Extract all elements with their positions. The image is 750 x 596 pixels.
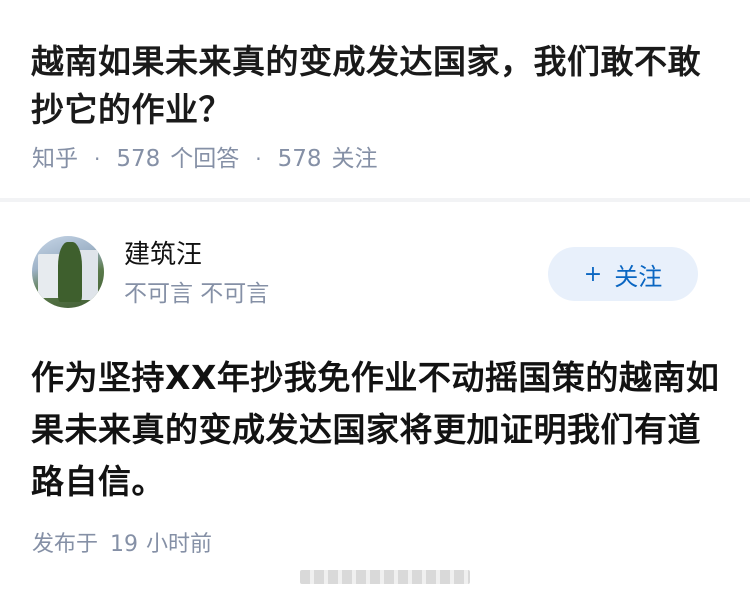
author-name[interactable]: 建筑汪 (124, 238, 202, 272)
follow-count[interactable]: 578 (278, 143, 322, 175)
author-bio: 不可言 不可言 (124, 281, 270, 307)
redacted-bar (300, 570, 470, 584)
question-meta: 知乎 · 578 个回答 · 578 关注 (32, 143, 378, 175)
published-number: 19 (110, 532, 139, 557)
answer-count[interactable]: 578 (116, 143, 160, 175)
avatar-tree (58, 242, 82, 302)
source-label[interactable]: 知乎 (32, 143, 78, 175)
follow-count-label[interactable]: 关注 (332, 143, 378, 175)
question-title[interactable]: 越南如果未来真的变成发达国家，我们敢不敢抄它的作业？ (31, 38, 731, 134)
meta-separator: · (255, 147, 262, 171)
question-header: 越南如果未来真的变成发达国家，我们敢不敢抄它的作业？ 知乎 · 578 个回答 … (0, 0, 750, 198)
published-unit: 小时前 (146, 532, 213, 557)
avatar[interactable] (32, 236, 104, 308)
answer-timestamp: 发布于 19 小时前 (32, 530, 212, 560)
meta-separator: · (94, 147, 101, 171)
answer-author: 建筑汪 不可言 不可言 + 关注 (0, 202, 750, 330)
follow-button-label: 关注 (614, 262, 663, 291)
plus-icon: + (583, 261, 603, 287)
answer-content[interactable]: 作为坚持XX年抄我免作业不动摇国策的越南如果未来真的变成发达国家将更加证明我们有… (31, 352, 731, 508)
follow-button[interactable]: + 关注 (548, 247, 698, 301)
answer-count-label[interactable]: 个回答 (170, 143, 239, 175)
avatar-building-left (38, 254, 60, 298)
published-label: 发布于 (32, 532, 99, 557)
zhihu-answer-page: 越南如果未来真的变成发达国家，我们敢不敢抄它的作业？ 知乎 · 578 个回答 … (0, 0, 750, 596)
